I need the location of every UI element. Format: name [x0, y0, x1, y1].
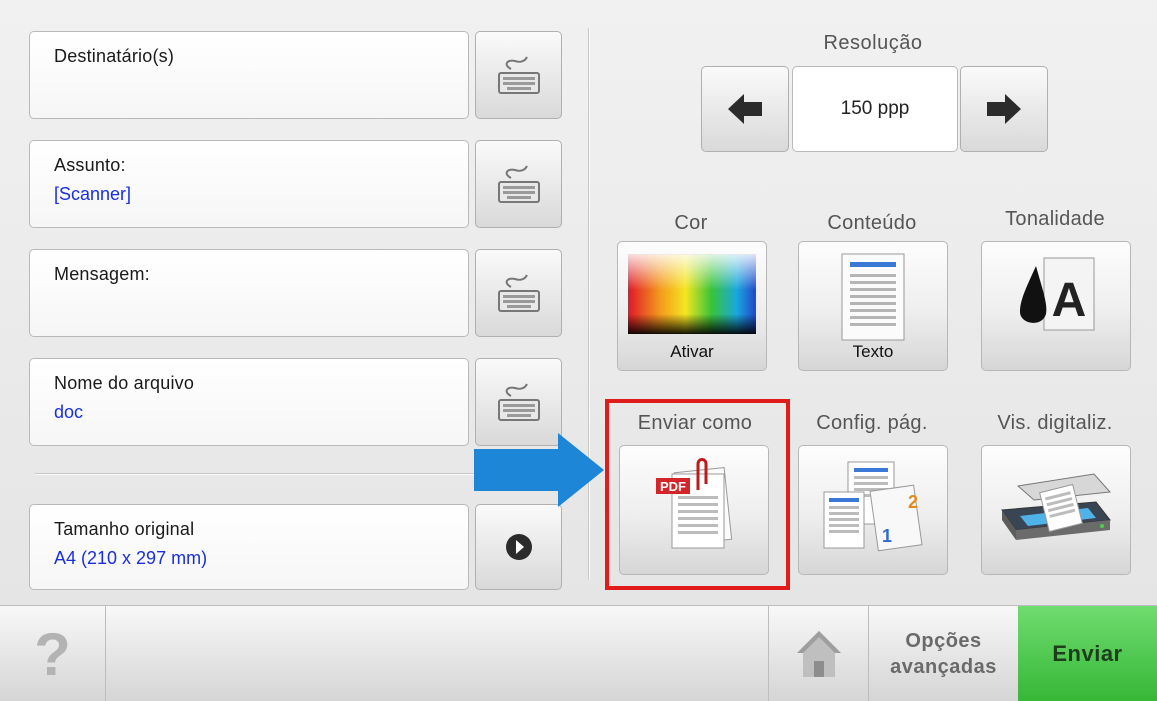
home-button[interactable] [768, 606, 868, 701]
svg-text:A: A [1052, 274, 1087, 327]
color-label: Cor [674, 212, 708, 234]
subject-value: [Scanner] [54, 184, 132, 204]
darkness-icon: A [1020, 257, 1095, 331]
color-tile[interactable]: Ativar [617, 241, 767, 371]
darkness-label: Tonalidade [1005, 208, 1105, 230]
original-size-label: Tamanho original [54, 519, 195, 539]
advanced-options-line2: avançadas [890, 656, 997, 678]
message-keyboard-button[interactable] [475, 249, 562, 337]
send-as-highlight [605, 399, 790, 590]
text-document-icon [841, 253, 905, 341]
page-setup-label: Config. pág. [816, 412, 928, 434]
color-caption: Ativar [670, 342, 714, 361]
message-label: Mensagem: [54, 264, 150, 284]
keyboard-icon [497, 274, 540, 312]
content-label: Conteúdo [827, 212, 917, 234]
home-icon [796, 631, 841, 677]
help-icon: ? [34, 620, 71, 688]
send-button[interactable]: Enviar [1018, 606, 1157, 701]
bottom-bar: ? Opções avançadas Enviar [0, 605, 1157, 701]
color-spectrum-icon [628, 254, 756, 334]
content-caption: Texto [852, 342, 894, 361]
svg-text:1: 1 [882, 526, 892, 546]
blue-pointer-arrow [474, 433, 604, 507]
advanced-options-button[interactable]: Opções avançadas [868, 606, 1018, 701]
scanner-icon [1001, 473, 1112, 540]
original-size-next-button[interactable] [475, 504, 562, 590]
message-field[interactable]: Mensagem: [29, 249, 469, 337]
filename-field[interactable]: Nome do arquivo doc [29, 358, 469, 446]
page-setup-tile[interactable]: 2 1 [798, 445, 948, 575]
keyboard-icon [497, 165, 540, 203]
subject-field[interactable]: Assunto: [Scanner] [29, 140, 469, 228]
resolution-decrease-button[interactable] [701, 66, 789, 152]
advanced-options-line1: Opções [905, 630, 982, 652]
recipients-label: Destinatário(s) [54, 46, 175, 66]
recipients-field[interactable]: Destinatário(s) [29, 31, 469, 119]
darkness-tile[interactable]: A [981, 241, 1131, 371]
left-arrow-icon [728, 94, 762, 124]
svg-text:2: 2 [908, 492, 918, 512]
content-tile[interactable]: Texto [798, 241, 948, 371]
scan-preview-label: Vis. digitaliz. [997, 412, 1113, 434]
right-arrow-icon [987, 94, 1021, 124]
keyboard-icon [497, 56, 540, 94]
page-setup-icon: 2 1 [823, 461, 923, 552]
subject-keyboard-button[interactable] [475, 140, 562, 228]
resolution-increase-button[interactable] [960, 66, 1048, 152]
resolution-value: 150 ppp [792, 66, 958, 152]
original-size-value: A4 (210 x 297 mm) [54, 548, 208, 568]
original-size-field[interactable]: Tamanho original A4 (210 x 297 mm) [29, 504, 469, 590]
recipients-keyboard-button[interactable] [475, 31, 562, 119]
status-area [106, 606, 768, 701]
subject-label: Assunto: [54, 155, 126, 175]
filename-value: doc [54, 402, 84, 422]
keyboard-icon [497, 383, 540, 421]
help-button[interactable]: ? [0, 606, 106, 701]
scan-preview-tile[interactable] [981, 445, 1131, 575]
send-label: Enviar [1052, 641, 1123, 666]
filename-label: Nome do arquivo [54, 373, 195, 393]
scan-to-email-screen: Destinatário(s) Assunto: [Scanner] Mensa… [0, 0, 1157, 701]
right-circle-arrow-icon [505, 534, 532, 560]
resolution-title: Resolução [823, 32, 923, 54]
